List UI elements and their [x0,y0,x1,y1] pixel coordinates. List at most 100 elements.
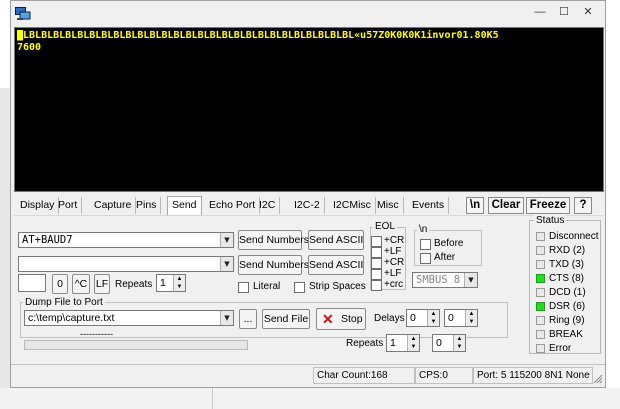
background-panel-bottom [0,388,620,409]
delay1-value: 0 [410,312,416,324]
status-label: TXD (3) [549,259,584,270]
minimize-button[interactable]: — [529,4,551,20]
eol-group-label: EOL [373,221,398,232]
smbus-value: SMBUS 8 [416,274,461,286]
stop-button[interactable]: ✕ Stop [316,308,366,330]
zero-button[interactable]: 0 [52,274,68,294]
resize-grip-icon[interactable] [593,374,603,384]
tab-events[interactable]: Events [408,197,450,214]
terminal-line: █LBLBLBLBLBLBLBLBLBLBLBLBLBLBLBLBLBLBLBL… [17,30,499,41]
spin-arrows-icon[interactable]: ▲ ▼ [407,335,419,351]
app-window: — ☐ ✕ █LBLBLBLBLBLBLBLBLBLBLBLBLBLBLBLBL… [10,0,606,388]
clear-button[interactable]: Clear [488,197,524,214]
strip-spaces-label: Strip Spaces [309,281,366,292]
repeats2-value: 0 [436,337,442,349]
chevron-down-icon[interactable]: ▼ [220,257,233,271]
dump-file-path[interactable]: c:\temp\capture.txt ▼ [24,310,234,326]
stop-label: Stop [341,313,363,325]
status-led-icon [536,232,545,241]
send-ascii-button[interactable]: Send ASCII [308,230,364,250]
before-label: Before [434,238,464,249]
before-checkbox[interactable] [420,239,431,250]
repeats2-stepper[interactable]: 0 ▲ ▼ [432,334,466,352]
status-led-icon [536,288,545,297]
byte-input[interactable] [18,274,46,292]
status-group-label: Status [534,215,567,226]
tab-misc[interactable]: Misc [373,197,404,214]
cps: CPS:0 [415,367,473,384]
status-label: CTS (8) [549,273,584,284]
newline-button[interactable]: \n [466,197,484,214]
ctrl-c-button[interactable]: ^C [72,274,90,294]
status-led-icon [536,274,545,283]
after-label: After [434,252,456,263]
send-input-1[interactable]: AT+BAUD7 ▼ [18,232,234,248]
eol-cr2-checkbox[interactable] [371,258,382,269]
status-led-icon [536,260,545,269]
tab-pins[interactable]: Pins [132,197,162,214]
status-label: Disconnect [549,231,599,242]
status-led-icon [536,330,545,339]
send-ascii-button-2[interactable]: Send ASCII [308,255,364,275]
tab-echo-port[interactable]: Echo Port [205,197,261,214]
tab-display[interactable]: Display [16,197,60,214]
background-divider [212,388,213,409]
send-file-button[interactable]: Send File [262,309,310,329]
tab-port[interactable]: Port [54,197,83,214]
status-label: DCD (1) [549,287,586,298]
eol-lf-checkbox[interactable] [371,247,382,258]
eol-lf2-checkbox[interactable] [371,269,382,280]
status-bar: Char Count:168 CPS:0 Port: 5 115200 8N1 … [11,364,605,386]
send-input-2[interactable]: ▼ [18,256,234,272]
status-led-icon [536,344,545,353]
repeats-stepper[interactable]: 1 ▲ ▼ [156,274,186,292]
literal-checkbox[interactable] [238,282,249,293]
lf-button[interactable]: LF [94,274,110,294]
terminal-output[interactable]: █LBLBLBLBLBLBLBLBLBLBLBLBLBLBLBLBLBLBLBL… [14,27,604,192]
spin-arrows-icon[interactable]: ▲ ▼ [465,310,477,326]
chevron-down-icon[interactable]: ▼ [220,311,233,325]
spin-arrows-icon[interactable]: ▲ ▼ [453,335,465,351]
chevron-down-icon[interactable]: ▼ [220,233,233,247]
stop-icon: ✕ [322,311,334,327]
status-label: Error [549,343,572,354]
port-info: Port: 5 115200 8N1 None [473,367,593,384]
freeze-button[interactable]: Freeze [526,197,570,214]
tab-capture[interactable]: Capture [90,197,137,214]
status-led-icon [536,316,545,325]
maximize-button[interactable]: ☐ [553,4,575,20]
tab-i2cmisc[interactable]: I2CMisc [329,197,376,214]
send-input-1-value: AT+BAUD7 [22,234,73,246]
after-checkbox[interactable] [420,253,431,264]
chevron-down-icon[interactable]: ▼ [464,273,477,287]
terminal-line: 7600 [17,42,42,53]
tab-i2c[interactable]: I2C [255,197,281,214]
smbus-select[interactable]: SMBUS 8 ▼ [412,272,478,288]
send-numbers-button[interactable]: Send Numbers [238,230,309,250]
tab-i2c-2[interactable]: I2C-2 [290,197,325,214]
delay2-stepper[interactable]: 0 ▲ ▼ [444,309,478,327]
spin-arrows-icon[interactable]: ▲ ▼ [427,310,439,326]
help-button[interactable]: ? [574,197,592,214]
status-label: DSR (6) [549,301,586,312]
repeats-value: 1 [160,277,166,289]
tab-bar: Display Port Capture Pins Send Echo Port… [14,196,604,215]
strip-spaces-checkbox[interactable] [294,282,305,293]
close-button[interactable]: ✕ [577,4,599,20]
dump-progress-bar [24,340,248,350]
status-label: BREAK [549,329,583,340]
status-led-icon [536,246,545,255]
browse-button[interactable]: ... [239,309,257,329]
delay2-value: 0 [448,312,454,324]
delay1-stepper[interactable]: 0 ▲ ▼ [406,309,440,327]
eol-cr-checkbox[interactable] [371,236,382,247]
send-numbers-button-2[interactable]: Send Numbers [238,255,309,275]
title-bar[interactable]: — ☐ ✕ [11,1,605,27]
spin-arrows-icon[interactable]: ▲ ▼ [173,275,185,291]
eol-crc-checkbox[interactable] [371,280,382,291]
status-label: Ring (9) [549,315,585,326]
status-led-icon [536,302,545,311]
status-label: RXD (2) [549,245,586,256]
tab-send[interactable]: Send [167,196,202,215]
repeats1-stepper[interactable]: 1 ▲ ▼ [386,334,420,352]
